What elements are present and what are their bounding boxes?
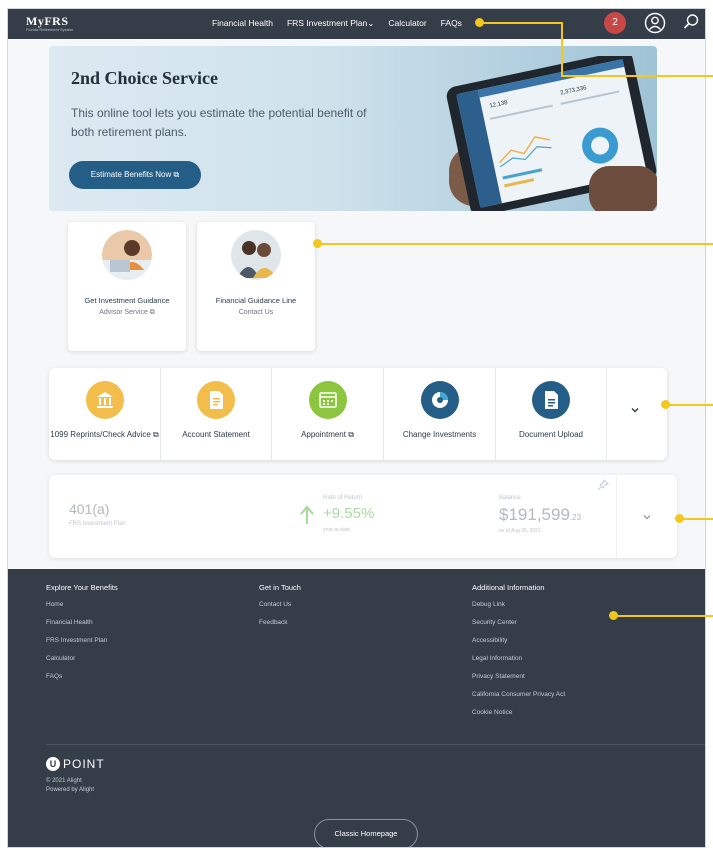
external-link-icon: ⧉ [345,430,354,439]
document-icon [197,381,235,419]
nav-financial-health[interactable]: Financial Health [212,18,273,29]
rate-of-return-label: Rate of Return [323,495,363,501]
upoint-u-mark: U [46,757,60,771]
upoint-logo: U POINT [46,757,105,771]
footer-link-frs-investment-plan[interactable]: FRS Investment Plan [46,637,118,644]
action-account-statement[interactable]: Account Statement [161,368,271,460]
footer-link-ccpa[interactable]: California Consumer Privacy Act [472,691,565,698]
footer-heading: Explore Your Benefits [46,583,118,592]
guidance-card-title: Get Investment Guidance [84,296,170,305]
footer-column-explore: Explore Your Benefits Home Financial Hea… [46,583,118,691]
upload-document-icon [532,381,570,419]
footer-column-contact: Get in Touch Contact Us Feedback [259,583,301,637]
rate-of-return-period: year-to-date [323,527,350,533]
footer-link-privacy[interactable]: Privacy Statement [472,673,565,680]
callout-line [561,75,713,77]
browser-frame: MyFRS Florida Retirement System Financia… [7,8,706,848]
divider [616,475,617,558]
action-label: Account Statement [182,430,250,439]
action-label: Document Upload [518,430,584,439]
arrow-up-icon [300,505,314,524]
footer-divider [46,744,705,745]
footer-link-contact-us[interactable]: Contact Us [259,601,301,608]
balance-cents: .23 [569,513,582,522]
estimate-benefits-button[interactable]: Estimate Benefits Now ⧉ [69,161,201,189]
footer-link-calculator[interactable]: Calculator [46,655,118,662]
balance-value: $191,599.23 [499,505,582,524]
upoint-brand: POINT [63,757,105,771]
calendar-icon [308,381,347,419]
footer-link-financial-health[interactable]: Financial Health [46,619,118,626]
chevron-down-icon: ⌄ [367,18,375,28]
callout-line [683,518,713,520]
balance-date: as of Aug 26, 2021 [499,528,541,534]
quick-actions-bar: 1099 Reprints/Check Advice ⧉ Account Sta… [49,368,667,460]
footer-column-additional: Additional Information Debug Link Securi… [472,583,565,727]
action-change-investments[interactable]: Change Investments [384,368,495,460]
chevron-down-icon[interactable] [641,511,653,523]
footer-link-cookie-notice[interactable]: Cookie Notice [472,709,565,716]
financial-guidance-line-card[interactable]: Financial Guidance Line Contact Us [197,222,315,351]
pin-icon[interactable] [597,479,609,491]
callout-line [669,404,713,406]
callout-line [321,243,713,245]
footer-copyright: © 2021 Alight Powered by Alight [46,778,95,793]
bank-icon [85,381,124,419]
estimate-benefits-label: Estimate Benefits Now [90,170,172,179]
main-nav-links: Financial Health FRS Investment Plan⌄ Ca… [212,18,462,29]
logo-tagline: Florida Retirement System [26,27,74,32]
plan-subtitle: FRS Investment Plan [69,521,126,527]
external-link-icon: ⧉ [147,309,155,316]
footer-link-debug[interactable]: Debug Link [472,601,565,608]
footer-link-legal[interactable]: Legal Information [472,655,565,662]
action-document-upload[interactable]: Document Upload [496,368,606,460]
nav-faqs[interactable]: FAQs [441,18,462,29]
external-link-icon: ⧉ [173,170,180,179]
callout-line [561,22,563,76]
action-1099-reprints[interactable]: 1099 Reprints/Check Advice ⧉ [49,368,160,460]
balance-label: Balance [499,495,521,501]
hero-description: This online tool lets you estimate the p… [71,106,367,139]
tablet-hero-image: 12,138 2,373,336 [446,56,657,211]
contact-us-link[interactable]: Contact Us [197,309,315,316]
nav-frs-investment-plan[interactable]: FRS Investment Plan⌄ [287,18,374,29]
myfrs-logo[interactable]: MyFRS Florida Retirement System [26,14,73,32]
nav-calculator[interactable]: Calculator [388,18,426,29]
investment-guidance-card[interactable]: Get Investment Guidance Advisor Service … [68,222,186,351]
footer-link-feedback[interactable]: Feedback [259,619,301,626]
action-label: Appointment ⧉ [301,430,354,439]
notification-badge[interactable]: 2 [604,12,626,34]
callout-line [617,615,713,617]
footer-link-security-center[interactable]: Security Center [472,619,565,626]
guidance-card-title: Financial Guidance Line [215,296,297,305]
footer-link-accessibility[interactable]: Accessibility [472,637,565,644]
action-label: Change Investments [402,430,477,439]
footer-link-home[interactable]: Home [46,601,118,608]
chevron-down-icon[interactable] [629,404,641,416]
search-icon[interactable] [682,13,700,31]
divider [606,368,607,460]
footer-link-faqs[interactable]: FAQs [46,673,118,680]
account-summary-card[interactable]: 401(a) FRS Investment Plan Rate of Retur… [49,475,677,558]
rate-of-return-value: +9.55% [323,505,375,522]
footer-heading: Get in Touch [259,583,301,592]
external-link-icon: ⧉ [150,430,159,439]
guidance-card-link[interactable]: Advisor Service ⧉ [68,309,186,317]
plan-name: 401(a) [69,501,110,517]
couple-photo [231,230,281,280]
footer-heading: Additional Information [472,583,545,592]
action-label: 1099 Reprints/Check Advice ⧉ [50,430,159,439]
site-footer: Explore Your Benefits Home Financial Hea… [8,569,705,847]
advisor-photo [102,230,152,280]
callout-line [483,22,562,24]
top-navigation: MyFRS Florida Retirement System Financia… [8,9,705,39]
pie-icon [420,381,459,419]
hero-title: 2nd Choice Service [71,68,218,88]
action-appointment[interactable]: Appointment ⧉ [272,368,383,460]
hero-banner: 2nd Choice Service This online tool lets… [49,46,657,211]
classic-homepage-button[interactable]: Classic Homepage [314,819,418,847]
user-profile-icon[interactable] [644,12,666,34]
